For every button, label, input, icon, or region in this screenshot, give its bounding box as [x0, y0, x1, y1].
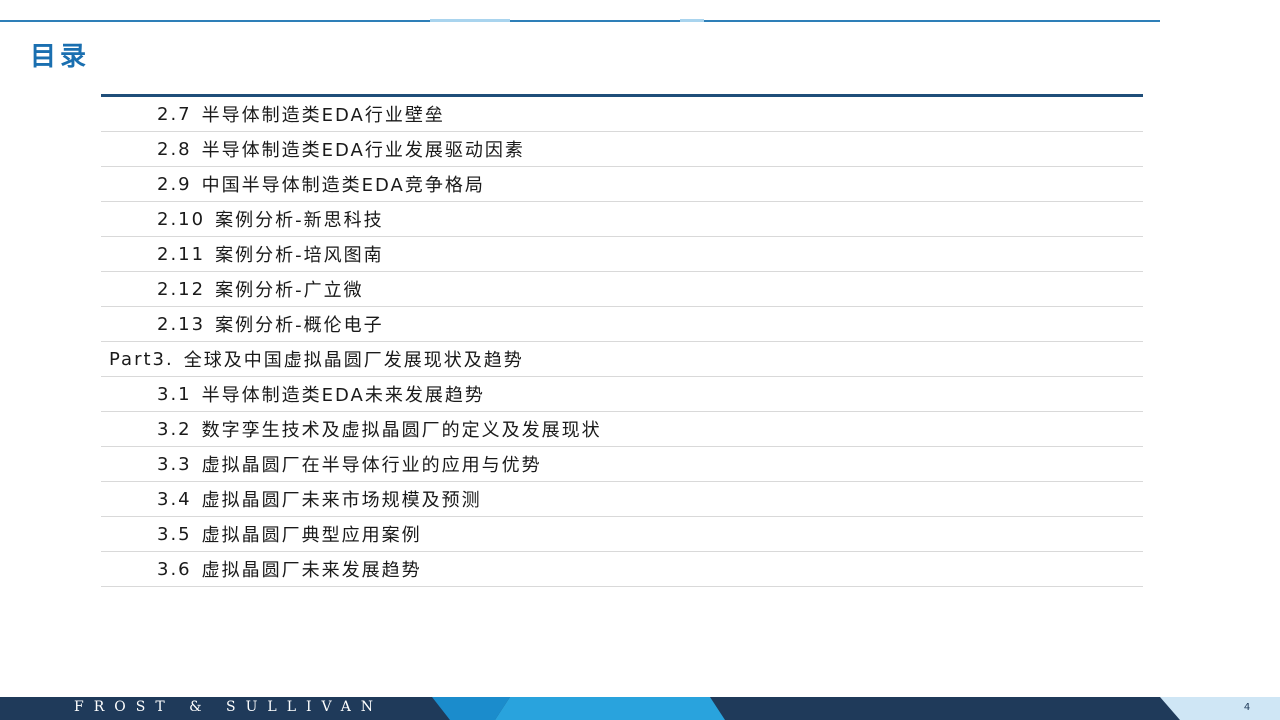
toc-item-label: 虚拟晶圆厂在半导体行业的应用与优势 — [201, 455, 542, 476]
page-number: 4 — [1243, 702, 1251, 713]
brand-logo-text: FROST & SULLIVAN — [74, 699, 384, 715]
page-title: 目录 — [30, 42, 91, 72]
toc-item-number: 2.7 — [157, 103, 192, 125]
toc-item-label: 案例分析-广立微 — [215, 280, 364, 301]
toc-item[interactable]: 2.7 半导体制造类EDA行业壁垒 — [101, 97, 1143, 132]
toc-item-number: 3.1 — [157, 383, 192, 405]
toc-item-number: 3.2 — [157, 418, 192, 440]
toc-item-number: 2.11 — [157, 243, 206, 265]
toc-item-label: 虚拟晶圆厂未来发展趋势 — [201, 560, 422, 581]
toc-item-label: 数字孪生技术及虚拟晶圆厂的定义及发展现状 — [201, 420, 602, 441]
toc-item-label: 半导体制造类EDA未来发展趋势 — [201, 385, 485, 406]
toc-item[interactable]: 2.10 案例分析-新思科技 — [101, 202, 1143, 237]
toc-item-label: 案例分析-新思科技 — [215, 210, 384, 231]
toc-item[interactable]: 3.6 虚拟晶圆厂未来发展趋势 — [101, 552, 1143, 587]
toc-item-number: 2.10 — [157, 208, 206, 230]
toc-item-label: 半导体制造类EDA行业发展驱动因素 — [201, 140, 525, 161]
toc-item-number: 2.9 — [157, 173, 192, 195]
toc-item-number: 2.12 — [157, 278, 206, 300]
toc-item[interactable]: 3.1 半导体制造类EDA未来发展趋势 — [101, 377, 1143, 412]
toc-item-label: 案例分析-概伦电子 — [215, 315, 384, 336]
toc-item-label: 虚拟晶圆厂典型应用案例 — [201, 525, 422, 546]
toc-item-label: 中国半导体制造类EDA竞争格局 — [201, 175, 485, 196]
top-divider-accent — [430, 19, 510, 22]
toc-item-label: 全球及中国虚拟晶圆厂发展现状及趋势 — [183, 350, 524, 371]
toc-item[interactable]: 3.2 数字孪生技术及虚拟晶圆厂的定义及发展现状 — [101, 412, 1143, 447]
top-divider-accent — [680, 19, 704, 22]
toc-item-label: 案例分析-培风图南 — [215, 245, 384, 266]
toc-item[interactable]: 3.3 虚拟晶圆厂在半导体行业的应用与优势 — [101, 447, 1143, 482]
toc-item[interactable]: 2.9 中国半导体制造类EDA竞争格局 — [101, 167, 1143, 202]
toc-item-label: 半导体制造类EDA行业壁垒 — [201, 105, 445, 126]
table-of-contents: 2.7 半导体制造类EDA行业壁垒 2.8 半导体制造类EDA行业发展驱动因素 2.9 中… — [101, 97, 1143, 587]
toc-item-label: 虚拟晶圆厂未来市场规模及预测 — [201, 490, 482, 511]
toc-item[interactable]: 2.11 案例分析-培风图南 — [101, 237, 1143, 272]
toc-item-number: 3.5 — [157, 523, 192, 545]
toc-item-number: 2.13 — [157, 313, 206, 335]
toc-item-number: 2.8 — [157, 138, 192, 160]
toc-item-number: 3.3 — [157, 453, 192, 475]
slide: 目录 2.7 半导体制造类EDA行业壁垒 2.8 半导体制造类EDA行业发展驱动因素 2… — [0, 0, 1280, 720]
toc-item-number: 3.6 — [157, 558, 192, 580]
toc-item[interactable]: 2.13 案例分析-概伦电子 — [101, 307, 1143, 342]
toc-item[interactable]: 2.8 半导体制造类EDA行业发展驱动因素 — [101, 132, 1143, 167]
top-divider — [0, 20, 1160, 22]
toc-item-number: Part3. — [109, 348, 174, 370]
toc-item-number: 3.4 — [157, 488, 192, 510]
toc-item[interactable]: 3.5 虚拟晶圆厂典型应用案例 — [101, 517, 1143, 552]
toc-item[interactable]: 3.4 虚拟晶圆厂未来市场规模及预测 — [101, 482, 1143, 517]
toc-part-heading[interactable]: Part3. 全球及中国虚拟晶圆厂发展现状及趋势 — [101, 342, 1143, 377]
toc-item[interactable]: 2.12 案例分析-广立微 — [101, 272, 1143, 307]
